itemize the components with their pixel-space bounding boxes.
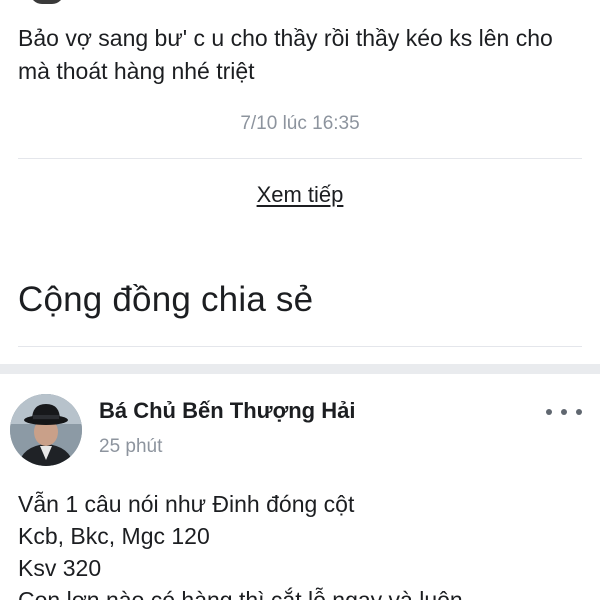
author-avatar[interactable] [10,394,82,466]
see-more-container: Xem tiếp [0,182,600,208]
section-title: Cộng đồng chia sẻ [18,280,314,319]
more-horizontal-icon-dot [576,409,582,415]
post-time[interactable]: 25 phút [99,436,162,458]
post-line: Con lợn nào có hàng thì cắt lỗ ngay và l… [18,587,463,600]
post-line: Kcb, Bkc, Mgc 120 [18,523,210,549]
comment-timestamp: 7/10 lúc 16:35 [240,113,360,134]
divider [18,158,582,159]
comment-text: Bảo vợ sang bư' c u cho thầy rồi thầy ké… [18,25,553,84]
author-name[interactable]: Bá Chủ Bến Thượng Hải [99,398,355,424]
post-line: Vẫn 1 câu nói như Đinh đóng cột [18,491,355,517]
previous-comment-avatar [30,0,64,4]
see-more-link[interactable]: Xem tiếp [257,182,344,207]
post-body: Vẫn 1 câu nói như Đinh đóng cột Kcb, Bkc… [18,488,588,600]
screen: Bảo vợ sang bư' c u cho thầy rồi thầy ké… [0,0,600,600]
feed-separator [0,364,600,374]
section-divider [18,346,582,347]
avatar-image [10,394,82,466]
community-post: Bá Chủ Bến Thượng Hải 25 phút Vẫn 1 câu … [0,374,600,600]
more-options-button[interactable] [546,400,582,424]
more-horizontal-icon [546,409,552,415]
more-horizontal-icon-dot [561,409,567,415]
post-line: Ksv 320 [18,555,102,581]
